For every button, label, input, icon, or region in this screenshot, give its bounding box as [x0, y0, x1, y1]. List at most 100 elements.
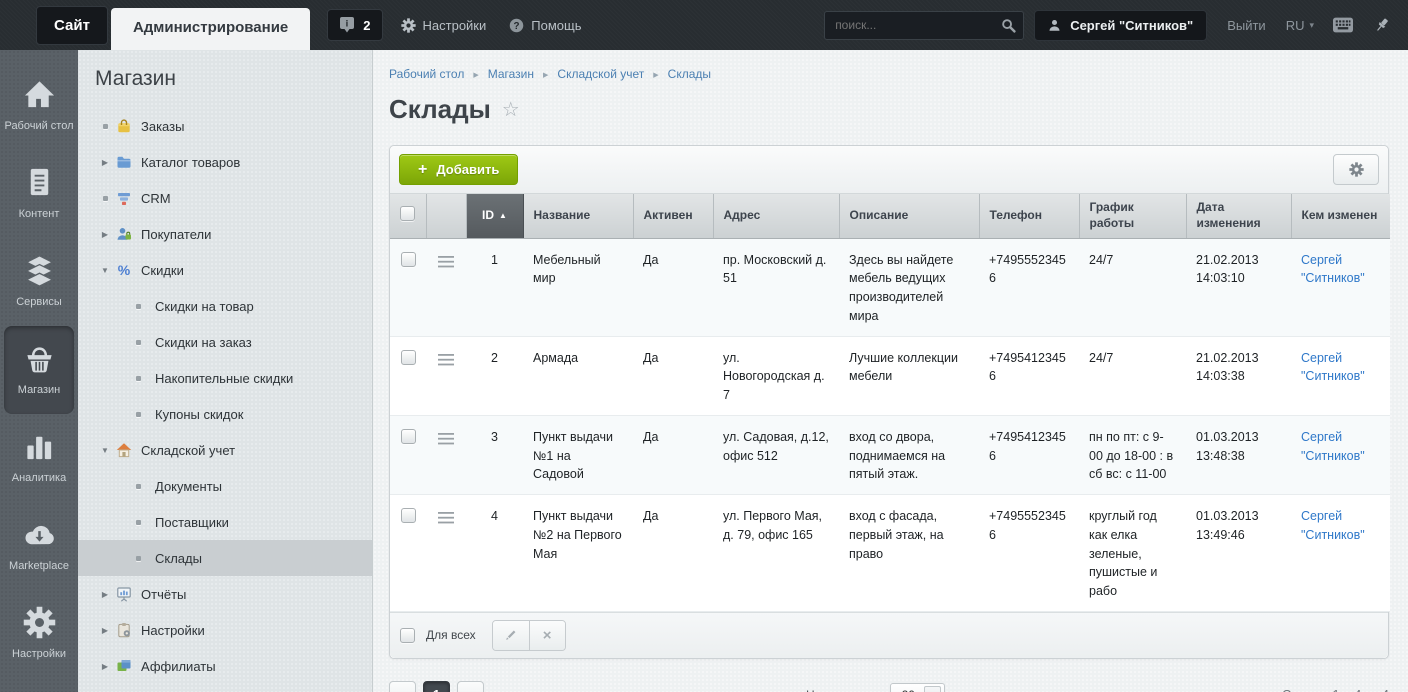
menu-item-product-discounts[interactable]: Скидки на товар: [78, 288, 372, 324]
cell-address: ул. Садовая, д.12, офис 512: [713, 415, 839, 494]
add-button[interactable]: + Добавить: [399, 154, 518, 185]
menu-item-catalog[interactable]: ▶Каталог товаров: [78, 144, 372, 180]
menu-item-coupons[interactable]: Купоны скидок: [78, 396, 372, 432]
cell-modified_by: Сергей "Ситников": [1291, 336, 1390, 415]
breadcrumb-link[interactable]: Складской учет: [557, 67, 644, 81]
menu-item-affiliates[interactable]: ▶Аффилиаты: [78, 648, 372, 684]
sidebar-item-marketplace[interactable]: Marketplace: [4, 502, 74, 590]
delete-selected-button[interactable]: ×: [529, 621, 565, 650]
breadcrumb-link[interactable]: Рабочий стол: [389, 67, 464, 81]
menu-item-customers[interactable]: ▶Покупатели: [78, 216, 372, 252]
arrow-right-icon: ▶: [97, 626, 113, 635]
column-header-schedule[interactable]: График работы: [1079, 194, 1186, 238]
cell-address: ул. Первого Мая, д. 79, офис 165: [713, 495, 839, 612]
sidebar-item-analytics[interactable]: Аналитика: [4, 414, 74, 502]
funnel-icon: [116, 190, 132, 206]
hotkeys-button[interactable]: [1333, 17, 1353, 33]
modified-by-link[interactable]: Сергей "Ситников": [1301, 351, 1365, 384]
edit-selected-button[interactable]: [493, 621, 529, 650]
topbar-help-label: Помощь: [531, 18, 581, 33]
column-header-address[interactable]: Адрес: [713, 194, 839, 238]
bullet-icon: [130, 484, 146, 489]
column-header-label: ID: [482, 208, 494, 222]
cell-active: Да: [633, 336, 713, 415]
bullet-icon: [130, 556, 146, 561]
arrow-down-icon: ▼: [97, 266, 113, 275]
search-icon: [1001, 18, 1016, 33]
row-menu-button[interactable]: [438, 433, 454, 448]
per-page-value: 20: [902, 688, 915, 692]
hamburger-icon: [438, 512, 454, 527]
menu-item-reports[interactable]: ▶Отчёты: [78, 576, 372, 612]
select-all-checkbox[interactable]: [400, 628, 415, 643]
row-checkbox[interactable]: [401, 429, 416, 444]
language-switcher[interactable]: RU ▾: [1286, 18, 1314, 33]
row-menu-button[interactable]: [438, 512, 454, 527]
row-menu-button[interactable]: [438, 354, 454, 369]
menu-item-cumulative-discounts[interactable]: Накопительные скидки: [78, 360, 372, 396]
row-checkbox[interactable]: [401, 350, 416, 365]
tab-site[interactable]: Сайт: [36, 6, 108, 45]
select-page-checkbox[interactable]: [400, 206, 415, 221]
menu-item-inventory[interactable]: ▼Складской учет: [78, 432, 372, 468]
cell-address: ул. Новогородская д. 7: [713, 336, 839, 415]
menu-item-orders[interactable]: Заказы: [78, 108, 372, 144]
sidebar-item-services[interactable]: Сервисы: [4, 238, 74, 326]
row-menu-button[interactable]: [438, 256, 454, 271]
prev-page-button[interactable]: ‹: [389, 681, 416, 692]
row-checkbox[interactable]: [401, 508, 416, 523]
page-1-button[interactable]: 1: [423, 681, 450, 692]
cell-name: Пункт выдачи №2 на Первого Мая: [523, 495, 633, 612]
hamburger-icon: [438, 433, 454, 448]
menu-item-order-discounts[interactable]: Скидки на заказ: [78, 324, 372, 360]
tab-admin[interactable]: Администрирование: [111, 8, 310, 50]
logout-button[interactable]: Выйти: [1227, 18, 1266, 33]
user-button[interactable]: Сергей "Ситников": [1034, 10, 1207, 41]
gear-icon: [401, 18, 416, 33]
breadcrumb-separator-icon: ▶: [543, 72, 548, 79]
grid-settings-button[interactable]: [1333, 154, 1379, 185]
column-header-phone[interactable]: Телефон: [979, 194, 1079, 238]
arrow-right-icon: ▶: [97, 590, 113, 599]
menu-item-suppliers[interactable]: Поставщики: [78, 504, 372, 540]
menu-item-label: Аффилиаты: [141, 659, 216, 674]
sidebar-item-settings[interactable]: Настройки: [4, 590, 74, 678]
per-page-select[interactable]: 20 ▾: [890, 683, 945, 692]
column-header-modified[interactable]: Дата изменения: [1186, 194, 1291, 238]
sidebar-item-shop[interactable]: Магазин: [4, 326, 74, 414]
menu-item-warehouses[interactable]: Склады: [78, 540, 372, 576]
column-header-description[interactable]: Описание: [839, 194, 979, 238]
menu-item-crm[interactable]: CRM: [78, 180, 372, 216]
next-page-button[interactable]: ›: [457, 681, 484, 692]
hamburger-icon: [438, 256, 454, 271]
menu-item-shop-settings[interactable]: ▶Настройки: [78, 612, 372, 648]
cell-name: Мебельный мир: [523, 238, 633, 336]
column-header-active[interactable]: Активен: [633, 194, 713, 238]
cell-schedule: круглый год как елка зеленые, пушистые и…: [1079, 495, 1186, 612]
menu-item-documents[interactable]: Документы: [78, 468, 372, 504]
row-checkbox-cell: [390, 495, 426, 612]
bullet-icon: [130, 340, 146, 345]
notifications-button[interactable]: i 2: [327, 9, 382, 41]
topbar-help-button[interactable]: ? Помощь: [509, 18, 581, 33]
search-input[interactable]: [824, 11, 1024, 40]
row-checkbox-cell: [390, 238, 426, 336]
column-header-modified_by[interactable]: Кем изменен: [1291, 194, 1390, 238]
menu-item-discounts[interactable]: ▼%Скидки: [78, 252, 372, 288]
pin-button[interactable]: [1372, 17, 1392, 33]
topbar-settings-button[interactable]: Настройки: [401, 18, 487, 33]
column-header-id[interactable]: ID▲: [466, 194, 523, 238]
modified-by-link[interactable]: Сергей "Ситников": [1301, 430, 1365, 463]
sidebar-item-desktop[interactable]: Рабочий стол: [4, 62, 74, 150]
menu-item-label: Заказы: [141, 119, 184, 134]
sidebar-item-content[interactable]: Контент: [4, 150, 74, 238]
bullet-icon: [97, 196, 113, 201]
breadcrumb-link[interactable]: Магазин: [488, 67, 534, 81]
row-checkbox[interactable]: [401, 252, 416, 267]
cell-phone: +74954123456: [979, 336, 1079, 415]
modified-by-link[interactable]: Сергей "Ситников": [1301, 253, 1365, 286]
modified-by-link[interactable]: Сергей "Ситников": [1301, 509, 1365, 542]
column-header-name[interactable]: Название: [523, 194, 633, 238]
breadcrumb-link[interactable]: Склады: [668, 67, 711, 81]
favorite-star-icon[interactable]: ☆: [502, 97, 520, 122]
